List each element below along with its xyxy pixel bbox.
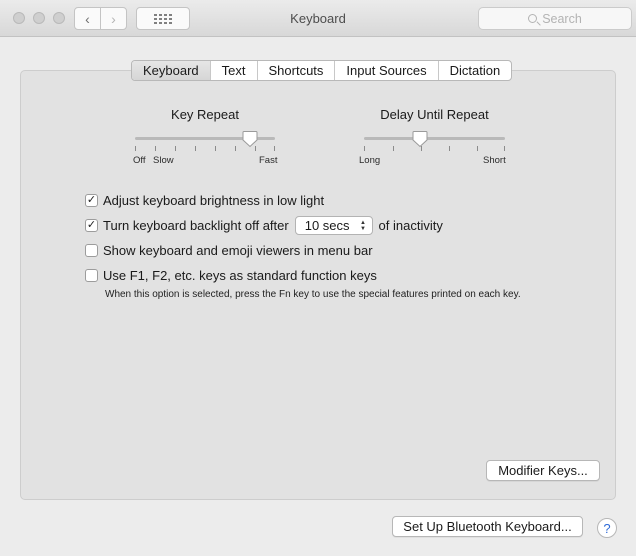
checkmark-icon: ✓	[86, 219, 97, 231]
slider-tick	[195, 146, 196, 151]
key-repeat-fast-label: Fast	[259, 155, 278, 166]
backlight-suffix-label: of inactivity	[378, 218, 443, 233]
help-button[interactable]: ?	[597, 518, 617, 538]
search-placeholder: Search	[542, 11, 582, 26]
viewers-option-row[interactable]: Show keyboard and emoji viewers in menu …	[85, 243, 373, 258]
backlight-timeout-popup[interactable]: 10 secs ▲ ▼	[294, 216, 373, 235]
backlight-label: Turn keyboard backlight off after	[103, 218, 289, 233]
set-up-bluetooth-keyboard-button[interactable]: Set Up Bluetooth Keyboard...	[392, 516, 583, 537]
slider-tick	[175, 146, 176, 151]
search-field[interactable]: Search	[478, 7, 632, 30]
popup-arrows-icon: ▲ ▼	[360, 219, 366, 232]
slider-tick	[274, 146, 275, 151]
slider-tick	[215, 146, 216, 151]
delay-until-repeat-track[interactable]	[364, 137, 505, 140]
keyboard-settings-panel	[20, 70, 616, 500]
slider-tick	[504, 146, 505, 151]
key-repeat-slow-label: Slow	[153, 155, 174, 166]
key-repeat-knob[interactable]	[242, 130, 258, 148]
keyboard-preferences-window: ‹ › Keyboard Search Keyboard Text Shortc…	[0, 0, 636, 556]
checkmark-icon: ✓	[86, 194, 97, 206]
viewers-label: Show keyboard and emoji viewers in menu …	[103, 243, 373, 258]
key-repeat-off-label: Off	[133, 155, 146, 166]
function-keys-label: Use F1, F2, etc. keys as standard functi…	[103, 268, 377, 283]
delay-long-label: Long	[359, 155, 381, 166]
delay-until-repeat-title: Delay Until Repeat	[380, 107, 489, 122]
tab-bar: Keyboard Text Shortcuts Input Sources Di…	[131, 60, 513, 81]
tab-input-sources[interactable]: Input Sources	[334, 61, 437, 80]
delay-short-label: Short	[483, 155, 506, 166]
title-bar: ‹ › Keyboard Search	[0, 0, 636, 37]
modifier-keys-button[interactable]: Modifier Keys...	[486, 460, 600, 481]
backlight-checkbox[interactable]: ✓	[85, 219, 98, 232]
tab-keyboard[interactable]: Keyboard	[132, 61, 210, 80]
slider-tick	[235, 146, 236, 151]
brightness-option-row[interactable]: ✓ Adjust keyboard brightness in low ligh…	[85, 193, 324, 208]
search-icon	[528, 14, 538, 23]
function-keys-note: When this option is selected, press the …	[105, 289, 521, 300]
delay-until-repeat-knob[interactable]	[412, 130, 428, 148]
brightness-label: Adjust keyboard brightness in low light	[103, 193, 325, 208]
function-keys-checkbox[interactable]	[85, 269, 98, 282]
function-keys-option-row[interactable]: Use F1, F2, etc. keys as standard functi…	[85, 268, 377, 283]
backlight-option-row[interactable]: ✓ Turn keyboard backlight off after 10 s…	[85, 216, 443, 235]
slider-tick	[449, 146, 450, 151]
tab-text[interactable]: Text	[209, 61, 257, 80]
backlight-timeout-value: 10 secs	[304, 218, 350, 233]
slider-tick	[155, 146, 156, 151]
slider-tick	[135, 146, 136, 151]
slider-tick	[477, 146, 478, 151]
key-repeat-title: Key Repeat	[171, 107, 239, 122]
tab-shortcuts[interactable]: Shortcuts	[256, 61, 335, 80]
slider-tick	[364, 146, 365, 151]
tab-dictation[interactable]: Dictation	[437, 61, 512, 80]
slider-tick	[393, 146, 394, 151]
viewers-checkbox[interactable]	[85, 244, 98, 257]
brightness-checkbox[interactable]: ✓	[85, 194, 98, 207]
